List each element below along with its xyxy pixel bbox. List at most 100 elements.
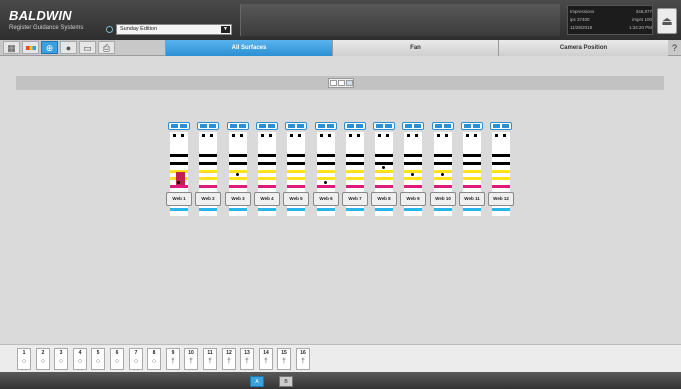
unit-button[interactable]: 10 †: [184, 348, 198, 370]
color-band: [346, 185, 364, 188]
color-band: [404, 208, 422, 211]
color-band: [492, 177, 510, 180]
tab-camera-position[interactable]: Camera Position: [498, 40, 668, 56]
web-column[interactable]: [373, 122, 395, 222]
page-a-button[interactable]: A: [250, 376, 264, 387]
web-label-button[interactable]: Web 9: [400, 192, 426, 206]
unit-button[interactable]: 4 ○: [73, 348, 87, 370]
color-band: [170, 162, 188, 165]
web-column[interactable]: [461, 122, 483, 222]
web-column[interactable]: [285, 122, 307, 222]
web-header: [461, 122, 483, 130]
view-mode-1-button[interactable]: [330, 80, 337, 86]
web-label-button[interactable]: Web 11: [459, 192, 485, 206]
color-band: [463, 170, 481, 173]
view-mode-buttons: [328, 78, 354, 88]
register-mark: [290, 134, 293, 137]
tab-fan[interactable]: Fan: [332, 40, 498, 56]
web-header: [227, 122, 249, 130]
color-bar-icon: [26, 46, 36, 50]
register-dot: [324, 181, 327, 184]
unit-button[interactable]: 14 †: [259, 348, 273, 370]
unit-button[interactable]: 8 ○: [147, 348, 161, 370]
register-mark: [415, 134, 418, 137]
register-mark: [181, 134, 184, 137]
unit-button[interactable]: 1 ○: [17, 348, 31, 370]
web-label-button[interactable]: Web 1: [166, 192, 192, 206]
print-button[interactable]: ⎙: [98, 41, 115, 54]
web-label-button[interactable]: Web 5: [283, 192, 309, 206]
edition-select[interactable]: Sunday Edition ▼: [116, 24, 232, 35]
stat-label: ips 37400: [570, 17, 590, 22]
unit-button[interactable]: 6 ○: [110, 348, 124, 370]
camera-button[interactable]: ●: [60, 41, 77, 54]
color-band: [492, 208, 510, 211]
color-band: [375, 208, 393, 211]
color-band: [463, 162, 481, 165]
tab-all-surfaces[interactable]: All Surfaces: [165, 40, 332, 56]
brand-logo: BALDWIN: [9, 8, 72, 23]
toolbar: ▦ ⊕ ● ▭ ⎙ All Surfaces Fan Camera Positi…: [0, 40, 681, 56]
color-band: [375, 177, 393, 180]
web-column[interactable]: [344, 122, 366, 222]
web-column[interactable]: [402, 122, 424, 222]
unit-button[interactable]: 13 †: [240, 348, 254, 370]
web-label-button[interactable]: Web 12: [488, 192, 514, 206]
image-button[interactable]: ▭: [79, 41, 96, 54]
grid-view-button[interactable]: ▦: [3, 41, 20, 54]
web-column[interactable]: [197, 122, 219, 222]
unit-button[interactable]: 9 †: [166, 348, 180, 370]
unit-circle-icon: ○: [40, 358, 46, 365]
chevron-down-icon[interactable]: ▼: [221, 26, 230, 33]
register-dot: [177, 181, 180, 184]
view-mode-2-button[interactable]: [338, 80, 345, 86]
stat-value: 1:34:20 PM: [628, 25, 652, 30]
color-band: [317, 154, 335, 157]
unit-button[interactable]: 12 †: [222, 348, 236, 370]
page-b-button[interactable]: B: [279, 376, 293, 387]
unit-button[interactable]: 2 ○: [36, 348, 50, 370]
web-column[interactable]: [432, 122, 454, 222]
web-column[interactable]: [256, 122, 278, 222]
color-band: [492, 154, 510, 157]
register-mark: [173, 134, 176, 137]
stat-label: 11/28/2019: [570, 25, 593, 30]
web-label-button[interactable]: Web 4: [254, 192, 280, 206]
web-header: [344, 122, 366, 130]
eject-icon[interactable]: ⏏: [657, 8, 677, 34]
unit-number: 7: [134, 350, 138, 356]
web-column[interactable]: [227, 122, 249, 222]
color-band: [258, 162, 276, 165]
color-band: [346, 162, 364, 165]
help-icon[interactable]: ?: [668, 40, 681, 56]
color-band: [463, 154, 481, 157]
target-button[interactable]: ⊕: [41, 41, 58, 54]
unit-button[interactable]: 11 †: [203, 348, 217, 370]
view-mode-3-button[interactable]: [346, 80, 353, 86]
unit-button[interactable]: 16 †: [296, 348, 310, 370]
view-bar: [16, 76, 664, 90]
web-label-button[interactable]: Web 7: [342, 192, 368, 206]
register-mark: [269, 134, 272, 137]
web-label-button[interactable]: Web 10: [430, 192, 456, 206]
color-band: [463, 208, 481, 211]
unit-number: 6: [115, 350, 119, 356]
web-label-button[interactable]: Web 3: [225, 192, 251, 206]
unit-button[interactable]: 15 †: [277, 348, 291, 370]
color-band: [404, 177, 422, 180]
unit-button[interactable]: 3 ○: [54, 348, 68, 370]
web-label-button[interactable]: Web 2: [195, 192, 221, 206]
color-bar-button[interactable]: [22, 41, 39, 54]
unit-button[interactable]: 7 ○: [129, 348, 143, 370]
web-header: [256, 122, 278, 130]
web-label-button[interactable]: Web 6: [313, 192, 339, 206]
web-column[interactable]: [490, 122, 512, 222]
unit-arrow-icon: †: [208, 358, 212, 365]
web-column[interactable]: [315, 122, 337, 222]
web-column[interactable]: [168, 122, 190, 222]
color-band: [375, 185, 393, 188]
color-band: [229, 154, 247, 157]
web-label-button[interactable]: Web 8: [371, 192, 397, 206]
color-band: [346, 170, 364, 173]
unit-button[interactable]: 5 ○: [91, 348, 105, 370]
